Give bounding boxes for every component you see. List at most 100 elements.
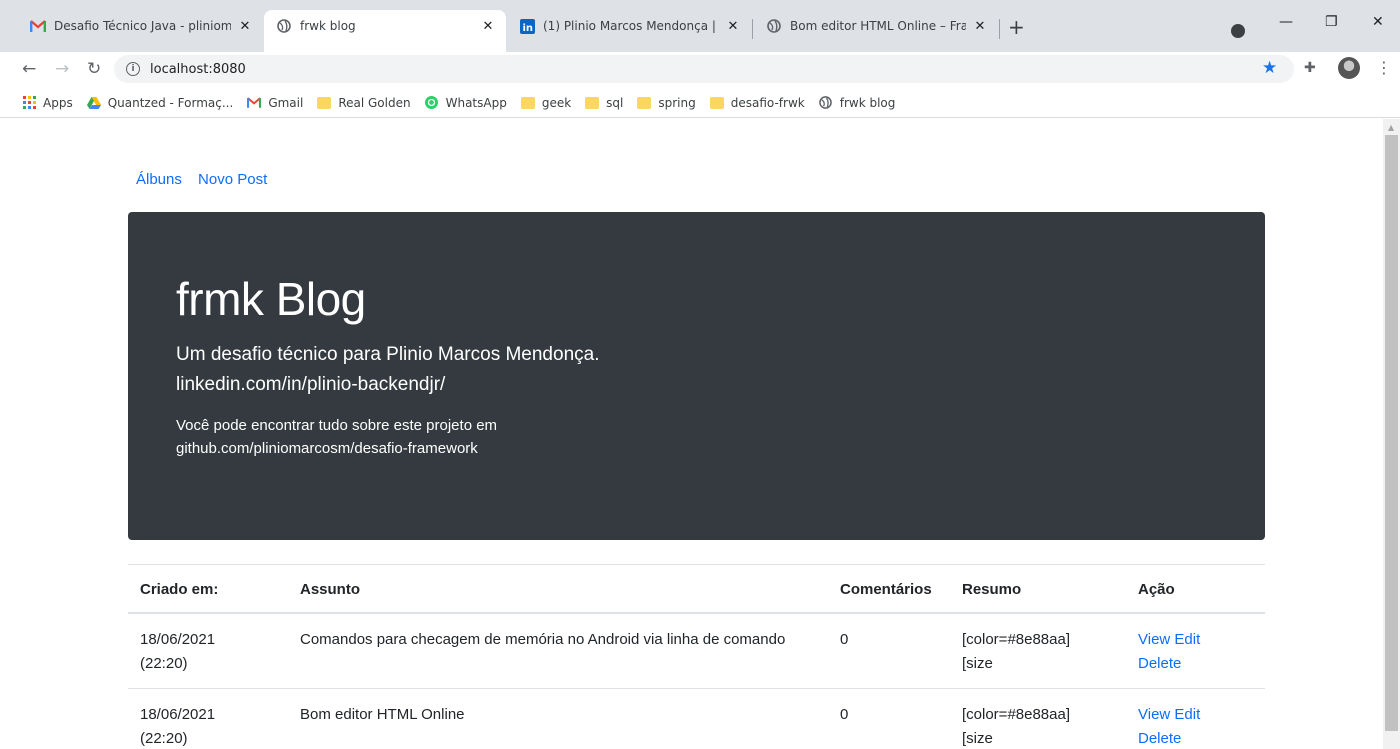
nav-link-new-post[interactable]: Novo Post: [198, 171, 267, 188]
globe-icon: [766, 18, 782, 34]
extensions-puzzle-icon[interactable]: ✚: [1304, 60, 1316, 76]
tab-separator: [999, 19, 1000, 39]
bookmark-label: WhatsApp: [445, 95, 507, 110]
menu-dots-icon[interactable]: ⋮: [1376, 58, 1392, 77]
page-scrollbar[interactable]: ▲: [1383, 119, 1400, 749]
bookmark-desafio-frwk[interactable]: desafio-frwk: [709, 95, 805, 110]
close-icon[interactable]: ✕: [480, 19, 496, 34]
bookmark-star-icon[interactable]: ★: [1262, 58, 1277, 78]
bookmark-label: Apps: [43, 95, 73, 110]
info-icon[interactable]: i: [126, 62, 140, 76]
close-icon[interactable]: ✕: [237, 19, 253, 34]
hero-lead-line-2: linkedin.com/in/plinio-backendjr/: [176, 374, 446, 395]
google-drive-icon: [86, 96, 101, 110]
bookmark-frwk-blog[interactable]: frwk blog: [819, 96, 895, 110]
tab-linkedin[interactable]: in (1) Plinio Marcos Mendonça | Lin ✕: [507, 10, 751, 52]
bookmark-whatsapp[interactable]: WhatsApp: [425, 96, 507, 110]
bookmark-label: sql: [606, 95, 624, 110]
folder-icon: [709, 96, 724, 110]
hero-note-line-2: github.com/pliniomarcosm/desafio-framewo…: [176, 440, 478, 457]
cell-created: 18/06/2021 (22:20): [128, 613, 288, 689]
cell-subject: Bom editor HTML Online: [288, 688, 828, 749]
bookmark-label: desafio-frwk: [730, 95, 805, 110]
summary-line-1: [color=#8e88aa]: [962, 706, 1071, 723]
cell-summary: [color=#8e88aa] [size: [950, 688, 1126, 749]
top-nav: Álbuns Novo Post: [136, 171, 279, 188]
cell-summary: [color=#8e88aa] [size: [950, 613, 1126, 689]
whatsapp-icon: [425, 96, 439, 110]
bookmark-gmail[interactable]: Gmail: [247, 96, 303, 110]
table-row: 18/06/2021 (22:20) Comandos para checage…: [128, 613, 1265, 689]
close-icon[interactable]: ✕: [725, 19, 741, 34]
linkedin-icon: in: [519, 18, 535, 34]
cell-comments: 0: [828, 688, 950, 749]
bookmark-label: spring: [658, 95, 696, 110]
post-date: 18/06/2021: [140, 706, 216, 723]
bookmark-apps[interactable]: Apps: [22, 96, 73, 110]
view-link[interactable]: View: [1138, 631, 1170, 648]
cell-subject: Comandos para checagem de memória no And…: [288, 613, 828, 689]
cell-created: 18/06/2021 (22:20): [128, 688, 288, 749]
post-time: (22:20): [140, 730, 188, 747]
hero-jumbotron: frmk Blog Um desafio técnico para Plinio…: [128, 212, 1265, 540]
cell-comments: 0: [828, 613, 950, 689]
delete-link[interactable]: Delete: [1138, 655, 1181, 672]
globe-icon: [819, 96, 833, 110]
address-bar[interactable]: i localhost:8080: [114, 55, 1294, 83]
hero-lead-line-1: Um desafio técnico para Plinio Marcos Me…: [176, 344, 600, 365]
gmail-icon: [30, 18, 46, 34]
view-link[interactable]: View: [1138, 706, 1170, 723]
posts-table: Criado em: Assunto Comentários Resumo Aç…: [128, 564, 1265, 749]
folder-icon: [585, 96, 600, 110]
minimize-icon[interactable]: —: [1279, 14, 1293, 30]
apps-grid-icon: [22, 96, 36, 110]
nav-link-albums[interactable]: Álbuns: [136, 171, 182, 188]
bookmark-quantzed[interactable]: Quantzed - Formaç...: [86, 95, 234, 110]
tab-title: frwk blog: [300, 19, 356, 33]
hero-note: Você pode encontrar tudo sobre este proj…: [176, 414, 1217, 460]
tab-html-editor[interactable]: Bom editor HTML Online – Frame ✕: [754, 10, 998, 52]
summary-line-2: [size: [962, 730, 993, 747]
bookmark-geek[interactable]: geek: [520, 95, 572, 110]
folder-icon: [317, 96, 332, 110]
scrollbar-thumb[interactable]: [1385, 135, 1398, 731]
browser-toolbar: ← → ↻ i localhost:8080 ★ ✚ ⋮: [0, 52, 1400, 88]
close-window-icon[interactable]: ✕: [1372, 14, 1384, 30]
summary-line-1: [color=#8e88aa]: [962, 631, 1071, 648]
bookmark-sql[interactable]: sql: [585, 96, 623, 110]
edit-link[interactable]: Edit: [1174, 706, 1200, 723]
column-header-created: Criado em:: [128, 564, 288, 614]
reload-icon[interactable]: ↻: [87, 57, 101, 81]
page-title: frmk Blog: [176, 273, 366, 325]
profile-indicator-icon[interactable]: [1231, 24, 1245, 38]
cell-action: View Edit Delete: [1126, 688, 1265, 749]
bookmarks-bar: Apps Quantzed - Formaç... Gmail Real Gol…: [0, 88, 1400, 118]
bookmark-label: geek: [541, 95, 572, 110]
tab-title: Bom editor HTML Online – Frame: [790, 19, 966, 33]
column-header-action: Ação: [1126, 564, 1265, 614]
delete-link[interactable]: Delete: [1138, 730, 1181, 747]
bookmark-label: Real Golden: [338, 95, 411, 110]
tab-title: Desafio Técnico Java - pliniomarc: [54, 19, 231, 33]
folder-icon: [520, 96, 535, 110]
scroll-up-arrow-icon[interactable]: ▲: [1388, 123, 1394, 132]
tab-gmail[interactable]: Desafio Técnico Java - pliniomarc ✕: [18, 10, 263, 52]
bookmark-label: Gmail: [268, 95, 304, 110]
avatar[interactable]: [1338, 57, 1360, 79]
close-icon[interactable]: ✕: [972, 19, 988, 34]
restore-icon[interactable]: ❐: [1325, 14, 1338, 30]
edit-link[interactable]: Edit: [1174, 631, 1200, 648]
bookmark-spring[interactable]: spring: [637, 95, 696, 110]
table-row: 18/06/2021 (22:20) Bom editor HTML Onlin…: [128, 688, 1265, 749]
column-header-comments: Comentários: [828, 564, 950, 614]
back-icon[interactable]: ←: [22, 57, 36, 81]
tab-frwk-blog[interactable]: frwk blog ✕: [264, 10, 506, 52]
new-tab-button[interactable]: +: [1008, 17, 1025, 37]
cell-action: View Edit Delete: [1126, 613, 1265, 689]
column-header-summary: Resumo: [950, 564, 1126, 614]
forward-icon[interactable]: →: [55, 57, 69, 81]
svg-text:in: in: [522, 23, 533, 34]
bookmark-label: Quantzed - Formaç...: [107, 95, 234, 110]
folder-icon: [637, 96, 652, 110]
bookmark-real-golden[interactable]: Real Golden: [317, 95, 411, 110]
